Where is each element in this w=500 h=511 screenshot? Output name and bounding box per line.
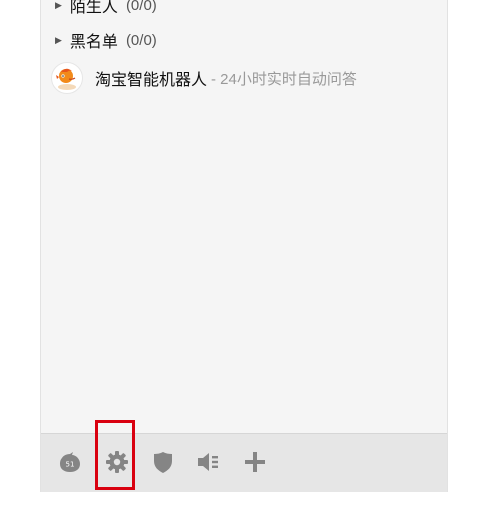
expand-arrow-icon[interactable]: ▶	[55, 35, 62, 46]
group-strangers[interactable]: ▶ 陌生人 (0/0)	[55, 0, 157, 17]
add-button[interactable]	[240, 447, 270, 477]
expand-arrow-icon[interactable]: ▶	[55, 0, 62, 11]
group-count: (0/0)	[125, 31, 157, 49]
sound-button[interactable]	[194, 447, 224, 477]
app-center-button[interactable]: 51	[55, 447, 85, 477]
contact-list-panel: ▶ 陌生人 (0/0) ▶ 黑名单 (0/0) 淘宝智能机器人 - 24小时实时…	[40, 0, 448, 492]
toolbar-badge: 51	[66, 461, 75, 469]
contact-item-robot[interactable]: 淘宝智能机器人 - 24小时实时自动问答	[51, 62, 357, 94]
shield-icon	[154, 452, 172, 473]
speaker-icon	[198, 453, 218, 471]
avatar[interactable]	[51, 62, 83, 94]
contact-name: 淘宝智能机器人	[95, 72, 208, 89]
group-blacklist[interactable]: ▶ 黑名单 (0/0)	[55, 28, 157, 52]
group-label: 黑名单	[69, 34, 118, 51]
security-button[interactable]	[148, 447, 178, 477]
plus-icon	[245, 452, 265, 472]
app-center-icon: 51	[60, 452, 80, 472]
group-label: 陌生人	[69, 0, 118, 16]
group-count: (0/0)	[125, 0, 157, 14]
robot-avatar-icon	[56, 68, 76, 90]
highlight-box	[95, 420, 135, 490]
contact-signature: - 24小时实时自动问答	[211, 70, 357, 88]
